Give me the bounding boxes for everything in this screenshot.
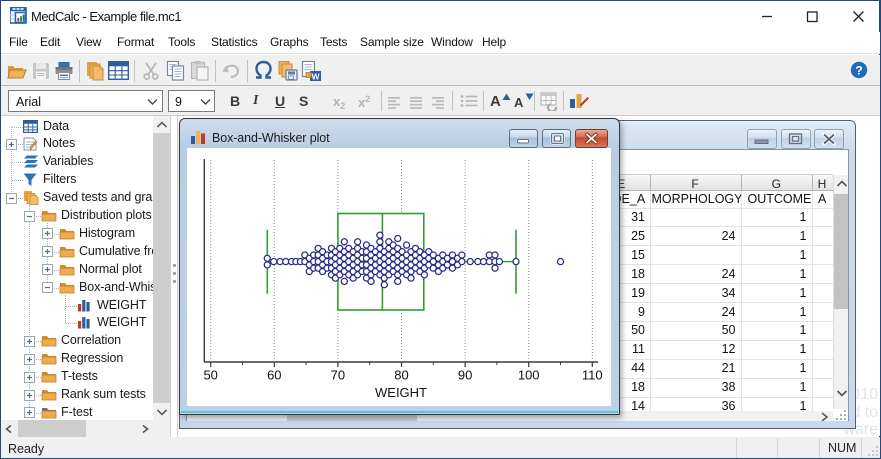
svg-text:W: W [311,72,320,82]
svg-text:50: 50 [203,368,217,383]
svg-text:100: 100 [518,368,540,383]
svg-text:110: 110 [582,368,603,383]
svg-text:WEIGHT: WEIGHT [375,385,427,400]
svg-text:?: ? [855,63,862,77]
svg-text:90: 90 [458,368,472,383]
svg-text:70: 70 [331,368,345,383]
svg-text:60: 60 [267,368,281,383]
svg-text:80: 80 [394,368,408,383]
